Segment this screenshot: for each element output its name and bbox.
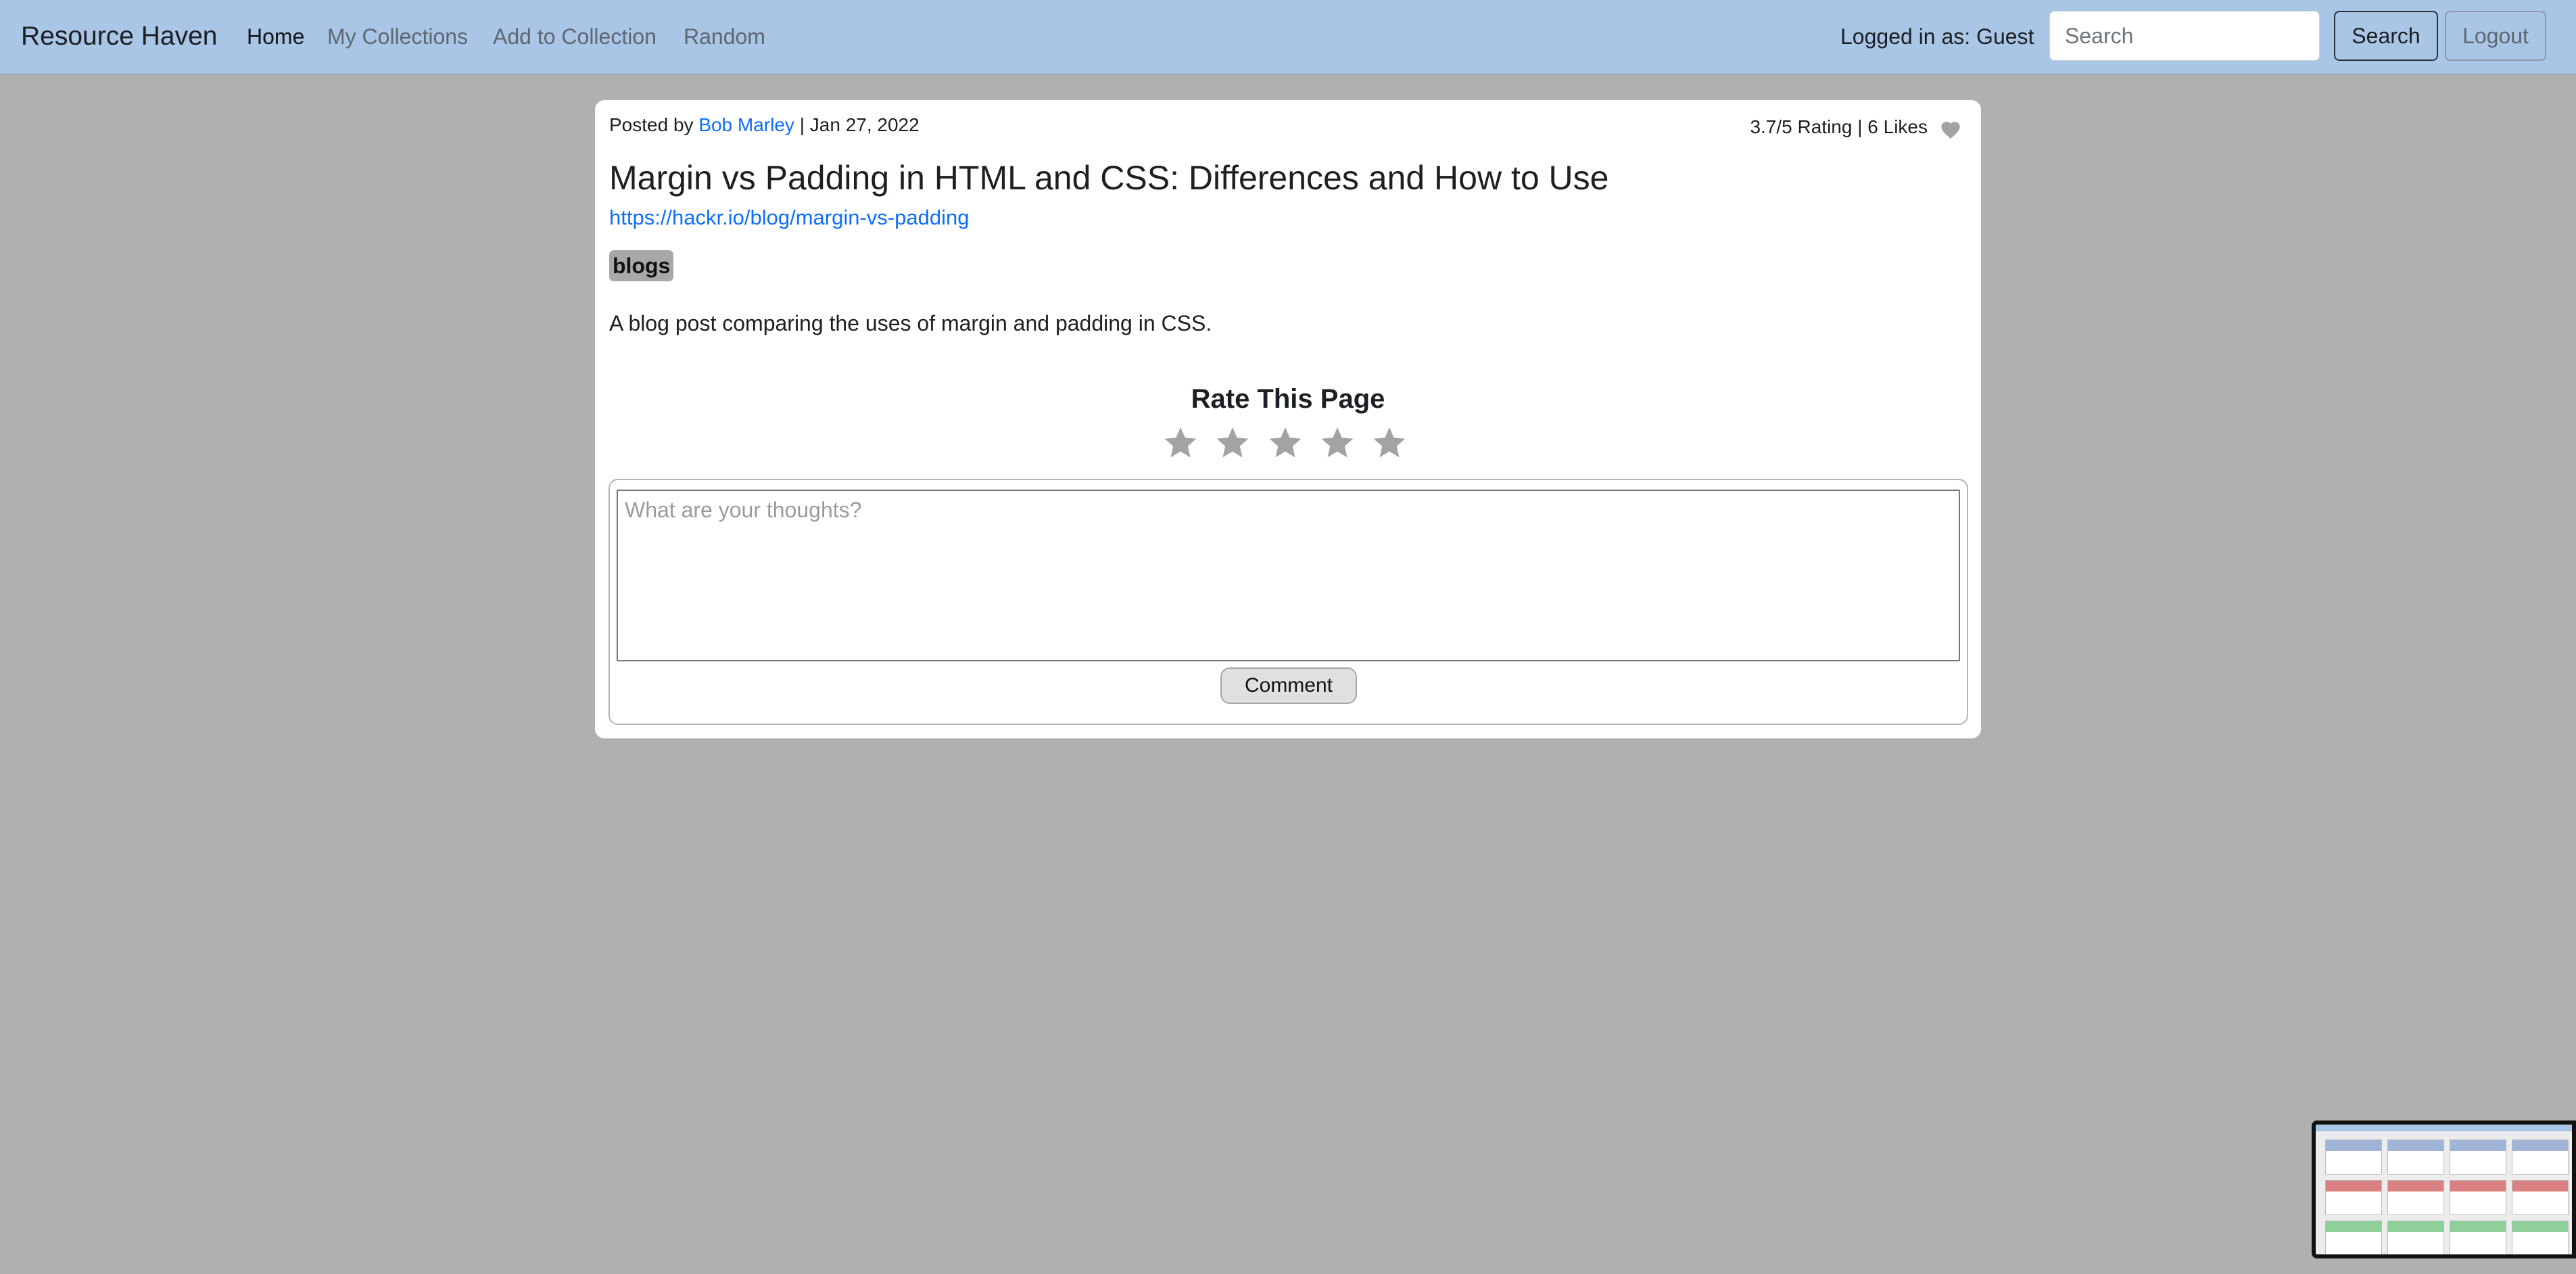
thumbnail-card bbox=[2450, 1221, 2506, 1254]
rating-likes-stats: 3.7/5 Rating | 6 Likes bbox=[1750, 116, 1928, 137]
thumbnail-card bbox=[2512, 1221, 2569, 1254]
post-card: Posted by Bob Marley | Jan 27, 2022 3.7/… bbox=[595, 100, 1981, 738]
star-1-icon[interactable] bbox=[1163, 425, 1198, 460]
star-4-icon[interactable] bbox=[1320, 425, 1355, 460]
brand-logo[interactable]: Resource Haven bbox=[21, 20, 217, 53]
comment-textarea[interactable] bbox=[617, 490, 1960, 661]
post-url-link[interactable]: https://hackr.io/blog/margin-vs-padding bbox=[609, 205, 969, 231]
thumbnail-card bbox=[2387, 1180, 2444, 1215]
star-rating bbox=[1163, 425, 1413, 463]
thumbnail-card bbox=[2512, 1180, 2569, 1215]
star-2-icon[interactable] bbox=[1215, 425, 1250, 460]
thumbnail-card bbox=[2512, 1139, 2569, 1175]
thumbnail-card bbox=[2325, 1180, 2382, 1215]
thumbnail-card bbox=[2387, 1221, 2444, 1254]
rate-page-heading: Rate This Page bbox=[1191, 384, 1385, 414]
thumbnail-card bbox=[2387, 1139, 2444, 1175]
like-heart-icon[interactable] bbox=[1939, 119, 1962, 139]
star-5-icon[interactable] bbox=[1372, 425, 1407, 460]
star-3-icon[interactable] bbox=[1268, 425, 1303, 460]
thumbnail-navbar bbox=[2316, 1125, 2572, 1131]
thumbnail-row bbox=[2325, 1180, 2569, 1215]
nav-add-to-collection-link[interactable]: Add to Collection bbox=[493, 23, 657, 50]
post-title: Margin vs Padding in HTML and CSS: Diffe… bbox=[609, 159, 1609, 197]
posted-by-label: Posted by bbox=[609, 114, 694, 135]
thumbnail-row bbox=[2325, 1221, 2569, 1254]
post-description: A blog post comparing the uses of margin… bbox=[609, 311, 1212, 335]
thumbnail-card bbox=[2325, 1139, 2382, 1175]
search-button[interactable]: Search bbox=[2334, 11, 2438, 61]
nav-my-collections-link[interactable]: My Collections bbox=[327, 23, 468, 50]
post-meta: Posted by Bob Marley | Jan 27, 2022 bbox=[609, 113, 920, 137]
thumbnail-card bbox=[2450, 1180, 2506, 1215]
author-link[interactable]: Bob Marley bbox=[698, 114, 794, 135]
comment-button[interactable]: Comment bbox=[1220, 667, 1357, 704]
comment-form: Comment bbox=[609, 479, 1968, 725]
logout-button[interactable]: Logout bbox=[2445, 11, 2546, 61]
logged-in-status: Logged in as: Guest bbox=[1840, 24, 2034, 49]
tag-badge[interactable]: blogs bbox=[609, 250, 674, 281]
post-date: | Jan 27, 2022 bbox=[799, 114, 920, 135]
thumbnail-card bbox=[2325, 1221, 2382, 1254]
top-navbar: Resource Haven Home My Collections Add t… bbox=[0, 0, 2576, 74]
thumbnail-card bbox=[2450, 1139, 2506, 1175]
nav-home-link[interactable]: Home bbox=[247, 23, 304, 50]
thumbnail-row bbox=[2325, 1139, 2569, 1175]
page-thumbnail-preview[interactable] bbox=[2312, 1120, 2576, 1258]
nav-random-link[interactable]: Random bbox=[684, 23, 765, 50]
search-input[interactable] bbox=[2049, 11, 2320, 61]
